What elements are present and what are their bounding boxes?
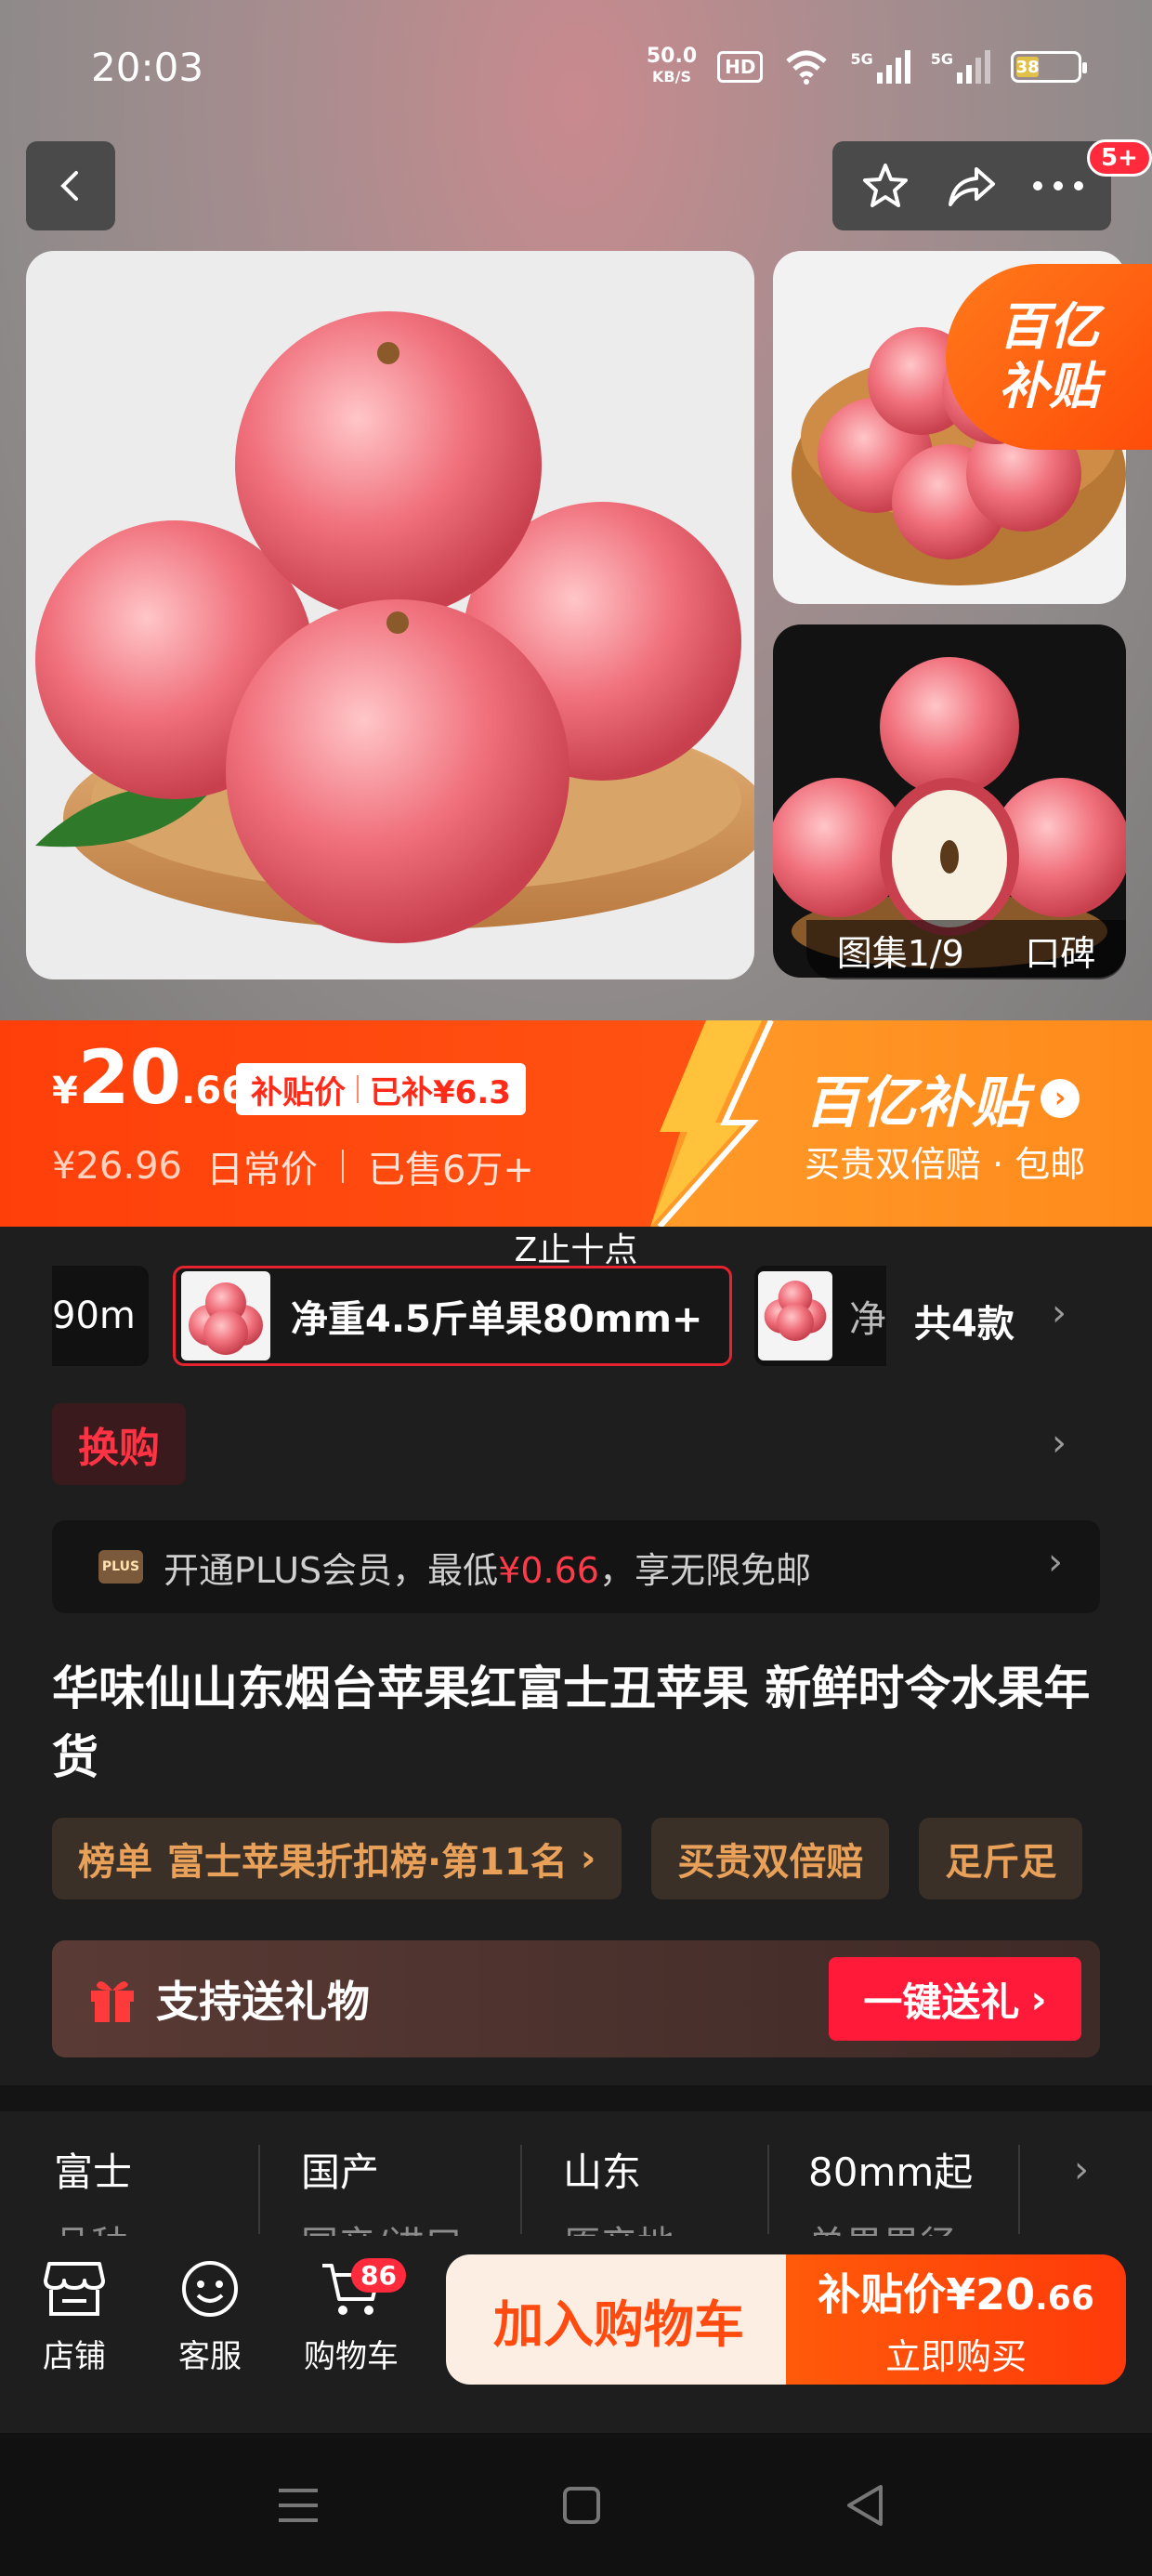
attribute-fruit-diameter: 80mm起单果果径 — [808, 2149, 974, 2236]
subsidy-program-link[interactable]: 百亿补贴 › — [805, 1058, 1080, 1138]
gift-bar: 支持送礼物 一键送礼 › — [52, 1940, 1100, 2057]
more-icon — [1033, 181, 1084, 191]
status-bar: 20:03 50.0 KB/S HD 5G 5G 38 — [0, 0, 1152, 130]
shop-icon — [44, 2262, 105, 2316]
price-banner: ¥ 20 .66 补贴价 已补¥6.3 ¥26.96 日常价 已售6万+ 百亿补… — [0, 1020, 1152, 1227]
send-gift-button[interactable]: 一键送礼 › — [829, 1957, 1081, 2041]
chevron-left-icon — [60, 171, 78, 201]
original-price: ¥26.96 — [52, 1145, 182, 1188]
program-benefits: 买贵双倍赔 · 包邮 — [805, 1144, 1086, 1185]
back-button[interactable] — [26, 141, 115, 230]
main-product-image[interactable] — [26, 251, 754, 979]
battery-icon: 38 — [1011, 51, 1087, 83]
full-weight-tag[interactable]: 足斤足 — [919, 1818, 1083, 1899]
chevron-right-icon: › — [1074, 2149, 1089, 2191]
album-label-bar: 图集1/9 口碑 — [806, 920, 1126, 979]
wifi-icon — [786, 50, 828, 85]
attribute-origin-type: 国产国产/进口 — [301, 2149, 462, 2236]
status-icons: 50.0 KB/S HD 5G 5G 38 — [646, 45, 1087, 87]
plus-membership-bar[interactable]: PLUS 开通PLUS会员，最低¥0.66，享无限免邮 › — [52, 1520, 1100, 1613]
buy-now-button[interactable]: 补贴价¥20.66 立即购买 — [786, 2254, 1126, 2385]
sku-total[interactable]: 共4款 — [914, 1294, 1015, 1347]
sku-option-selected[interactable]: 净重4.5斤单果80mm+ — [173, 1266, 732, 1366]
subsidy-price-tag: 补贴价 已补¥6.3 — [236, 1063, 526, 1115]
signal-1-icon: 5G — [850, 50, 910, 84]
chevron-right-icon: › — [1052, 1292, 1067, 1334]
sku-option-prev[interactable]: 90m — [52, 1266, 149, 1366]
share-button[interactable] — [939, 153, 1004, 218]
attribute-origin-place: 山东原产地 — [563, 2149, 674, 2236]
original-price-line: ¥26.96 日常价 已售6万+ — [52, 1139, 534, 1193]
shop-button[interactable]: 店铺 — [19, 2258, 130, 2376]
message-badge: 5+ — [1087, 139, 1152, 177]
apples-plate-image — [35, 311, 754, 943]
sku-thumbnail — [181, 1271, 270, 1360]
chat-smiley-icon — [182, 2261, 238, 2317]
original-price-label: 日常价 — [205, 1149, 318, 1191]
signal-2-icon: 5G — [931, 50, 990, 84]
share-icon — [948, 167, 995, 206]
network-speed: 50.0 KB/S — [646, 45, 698, 86]
sku-option-next[interactable]: 净 — [754, 1266, 886, 1366]
chevron-right-icon: › — [1041, 1078, 1080, 1118]
sold-count: 已售6万+ — [367, 1149, 534, 1191]
star-icon — [862, 164, 908, 207]
current-price: ¥ 20 .66 — [52, 1034, 248, 1121]
add-to-cart-button[interactable]: 加入购物车 — [446, 2254, 792, 2385]
album-counter[interactable]: 图集1/9 — [837, 925, 964, 976]
swap-purchase-tag[interactable]: 换购 — [52, 1403, 186, 1485]
chevron-right-icon: › — [1048, 1541, 1063, 1584]
gift-icon — [91, 1981, 134, 2022]
chevron-right-icon: › — [1052, 1422, 1067, 1465]
double-compensation-tag[interactable]: 买贵双倍赔 — [651, 1818, 890, 1899]
product-title: 华味仙山东烟台苹果红富士丑苹果 新鲜时令水果年货 — [52, 1662, 1091, 1784]
lightning-decoration — [650, 1020, 774, 1227]
chevron-right-icon: › — [580, 1837, 596, 1880]
reputation-link[interactable]: 口碑 — [1025, 925, 1095, 976]
system-navigation-bar — [0, 2433, 1152, 2576]
sku-selector: 90m 净重4.5斤单果80mm+ 净 共4款 › — [0, 1266, 1152, 1370]
bottom-action-bar: 店铺 客服 购物车 86 加入购物车 补贴价¥20.66 立即购买 — [0, 2236, 1152, 2433]
hd-icon: HD — [717, 51, 764, 83]
attribute-variety: 富士品种 — [54, 2149, 133, 2236]
customer-service-button[interactable]: 客服 — [154, 2258, 266, 2376]
subsidy-badge: 百亿 补贴 — [946, 264, 1152, 450]
cart-count-badge: 86 — [351, 2258, 406, 2293]
plus-icon: PLUS — [98, 1550, 143, 1584]
product-tags: 榜单 富士苹果折扣榜·第11名 › 买贵双倍赔 足斤足 — [52, 1818, 1152, 1899]
notice-text: Z止十点 — [514, 1231, 638, 1269]
more-button[interactable] — [1026, 153, 1091, 218]
product-attributes[interactable]: 富士品种 国产国产/进口 山东原产地 80mm起单果果径 › — [0, 2111, 1152, 2236]
back-triangle-icon[interactable] — [844, 2483, 886, 2528]
header-actions — [832, 141, 1111, 230]
home-icon[interactable] — [561, 2485, 602, 2526]
product-gallery: 20:03 50.0 KB/S HD 5G 5G 38 5+ 百亿 补贴 图集1… — [0, 0, 1152, 1020]
status-time: 20:03 — [91, 45, 204, 90]
ranking-tag[interactable]: 榜单 富士苹果折扣榜·第11名 › — [52, 1818, 622, 1899]
favorite-button[interactable] — [853, 153, 918, 218]
menu-icon[interactable] — [277, 2485, 320, 2526]
